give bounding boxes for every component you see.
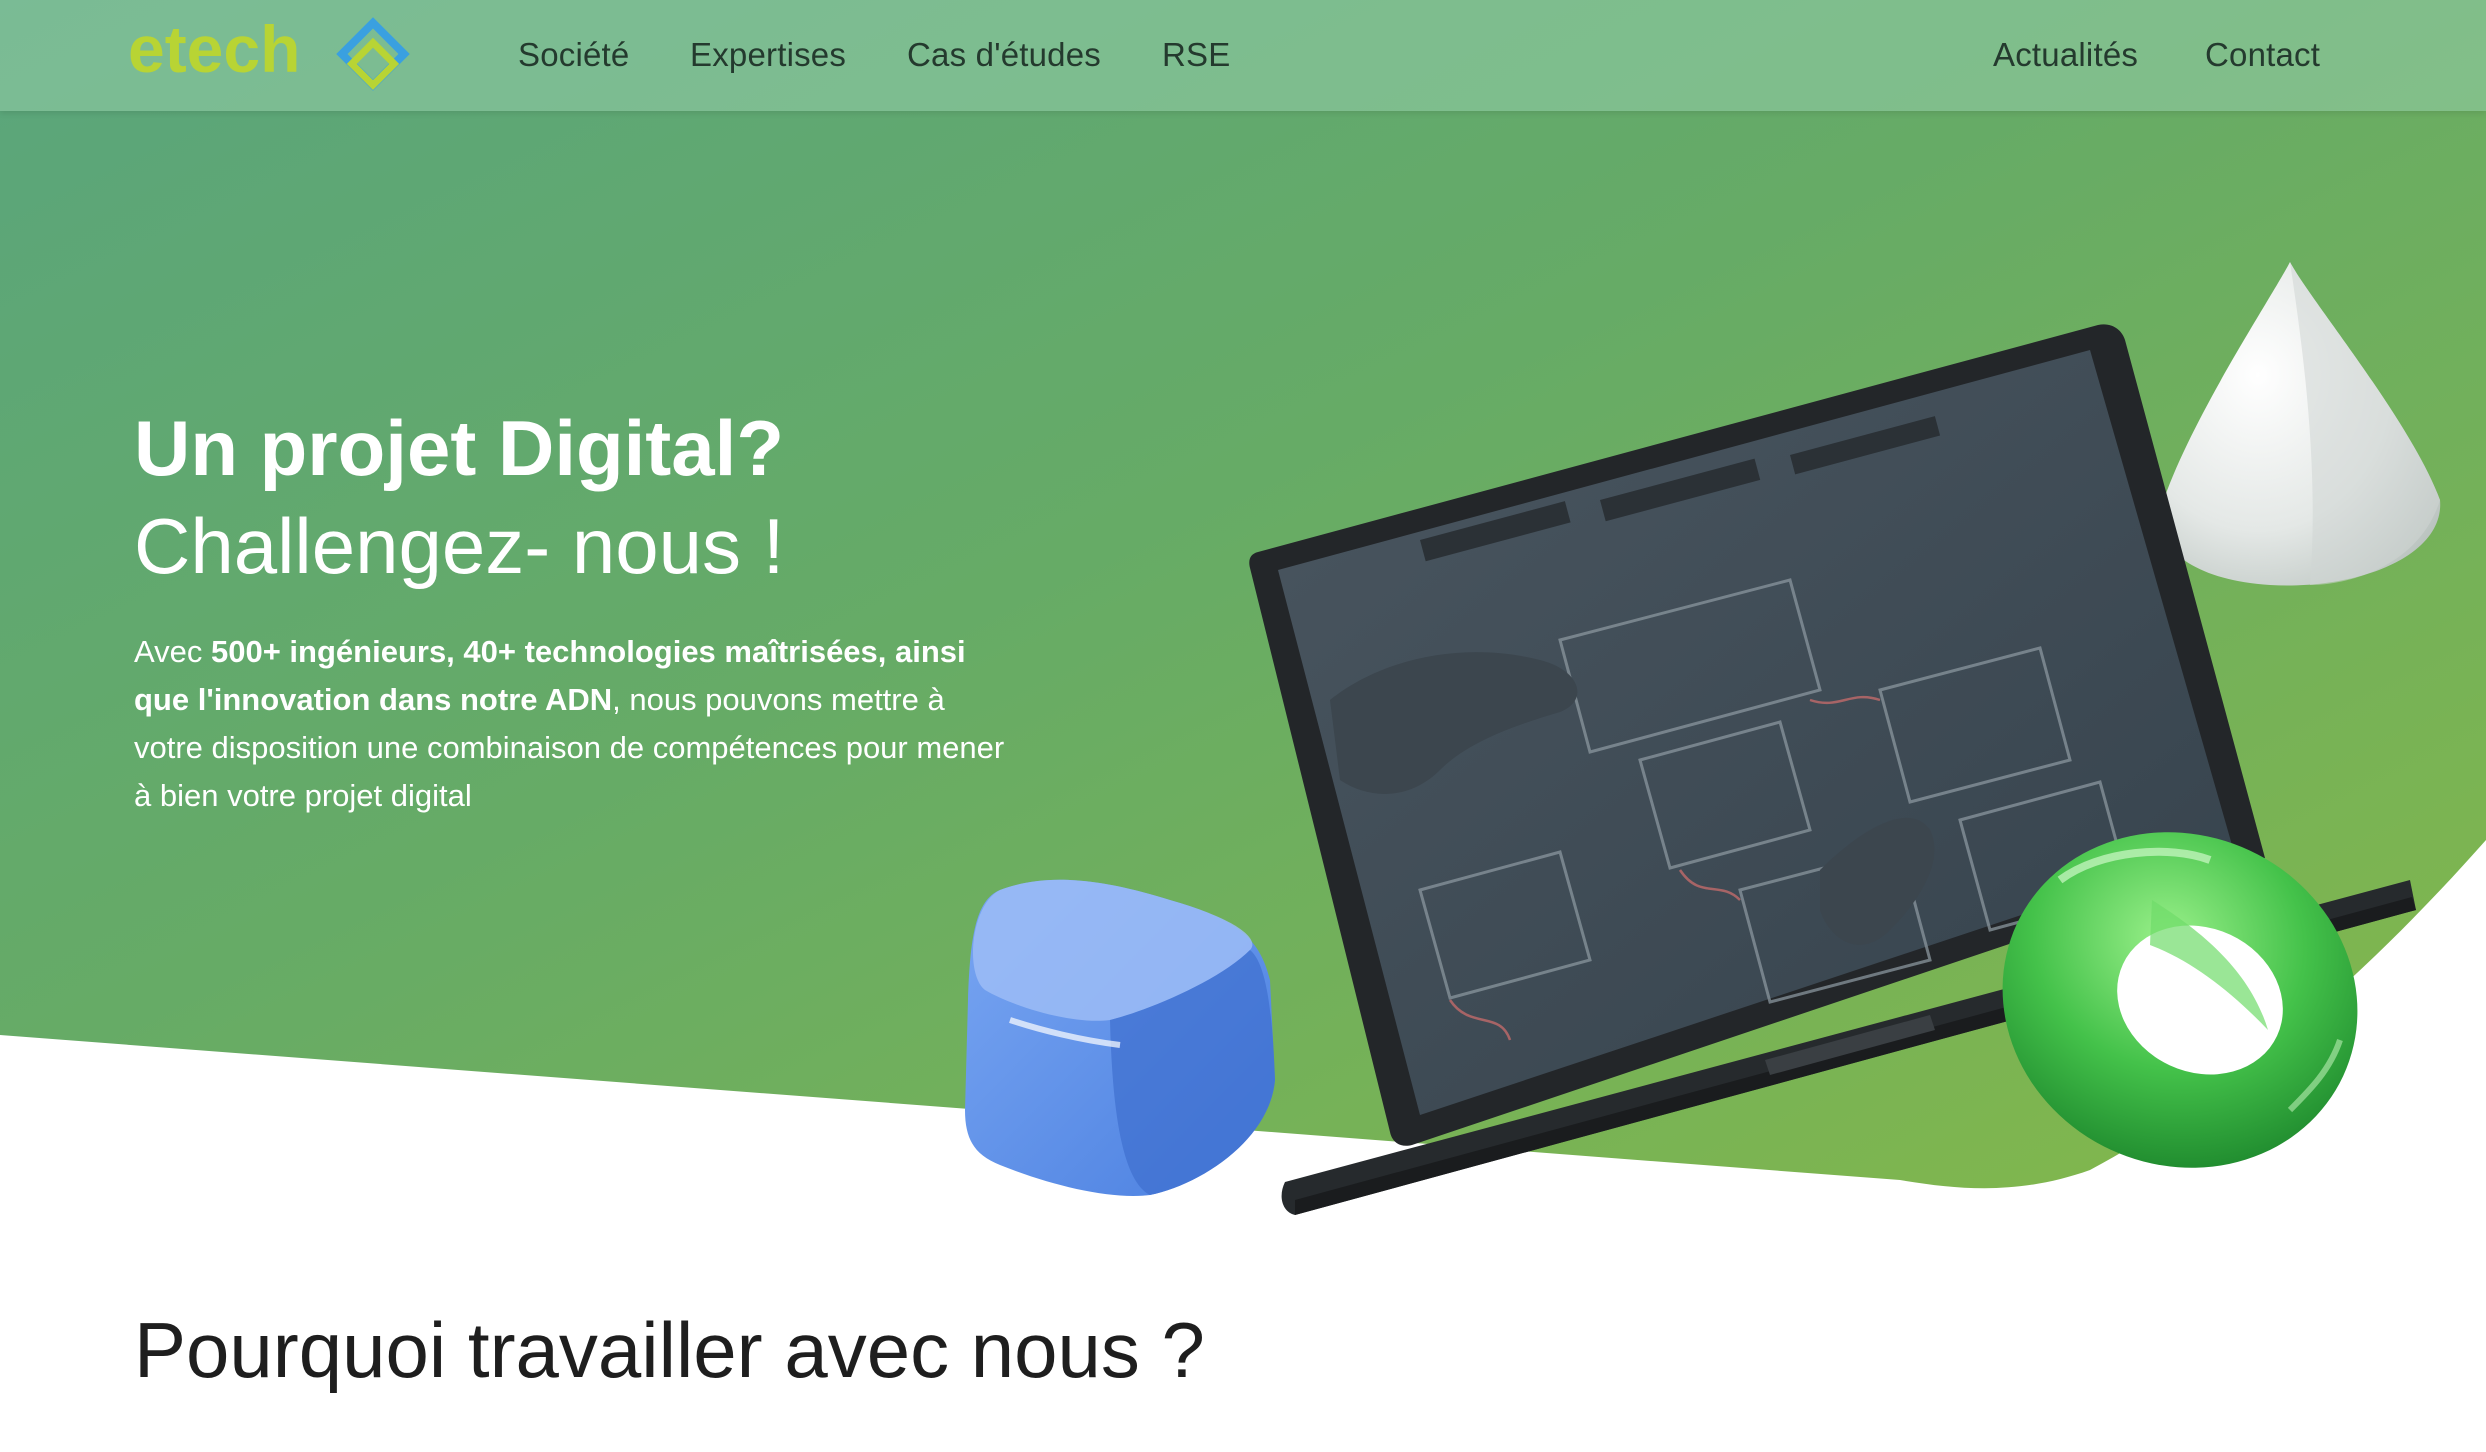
cube-icon bbox=[965, 879, 1275, 1196]
hero-desc-lead: Avec bbox=[134, 634, 211, 669]
logo-mark-icon: etech bbox=[128, 12, 410, 91]
section-title: Pourquoi travailler avec nous ? bbox=[134, 1306, 1205, 1394]
nav-link-rse[interactable]: RSE bbox=[1162, 36, 1230, 74]
nav-link-cas-etudes[interactable]: Cas d'études bbox=[907, 36, 1101, 74]
nav-link-expertises[interactable]: Expertises bbox=[690, 36, 846, 74]
nav-link-actualites[interactable]: Actualités bbox=[1993, 36, 2138, 74]
top-navbar: etech Société Expertises Cas d'études RS… bbox=[0, 0, 2486, 111]
hero-description: Avec 500+ ingénieurs, 40+ technologies m… bbox=[134, 628, 1014, 820]
cone-icon bbox=[2159, 262, 2441, 586]
nav-link-contact[interactable]: Contact bbox=[2205, 36, 2320, 74]
nav-link-societe[interactable]: Société bbox=[518, 36, 629, 74]
logo-wordmark: etech bbox=[128, 14, 300, 86]
etech-logo[interactable]: etech bbox=[128, 12, 428, 94]
hero-text-block: Un projet Digital? Challengez- nous ! Av… bbox=[134, 400, 1014, 820]
hero-title: Un projet Digital? bbox=[134, 404, 784, 492]
hero-subtitle: Challengez- nous ! bbox=[134, 502, 785, 590]
